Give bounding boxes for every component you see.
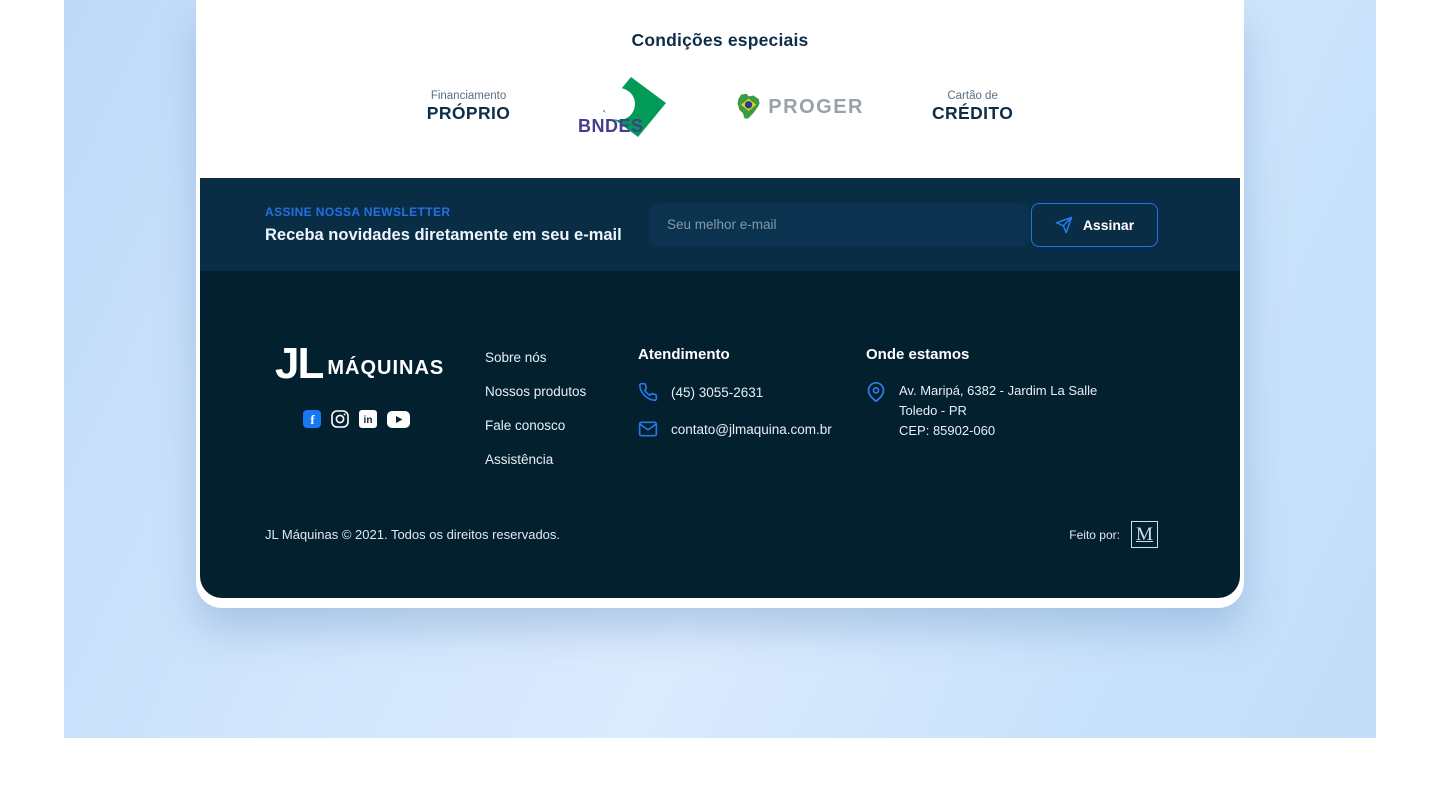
made-by: Feito por: M: [1069, 521, 1158, 548]
linkedin-icon: in: [359, 410, 377, 429]
address-line-2: Toledo - PR: [899, 403, 967, 419]
financing-own-label-bottom: PRÓPRIO: [426, 103, 511, 124]
instagram-link[interactable]: [331, 410, 349, 428]
link-fale-conosco[interactable]: Fale conosco: [485, 418, 565, 433]
link-assistencia[interactable]: Assistência: [485, 452, 553, 467]
address-line-1: Av. Maripá, 6382 - Jardim La Salle: [899, 383, 1098, 398]
credit-card-label-bottom: CRÉDITO: [931, 103, 1014, 124]
support-column: Atendimento (45) 3055-2631 contato@jlmaq…: [638, 346, 866, 485]
support-title: Atendimento: [638, 346, 730, 363]
brand-wordmark: MÁQUINAS: [327, 357, 445, 380]
address-lines: Av. Maripá, 6382 - Jardim La Salle Toled…: [899, 382, 1097, 443]
jl-maquinas-logo: JL MÁQUINAS: [275, 339, 485, 388]
link-nossos-produtos[interactable]: Nossos produtos: [485, 384, 586, 399]
newsletter-title: Receba novidades diretamente em seu e-ma…: [265, 225, 622, 244]
address-line-3: CEP: 85902-060: [899, 423, 996, 439]
email-row[interactable]: contato@jlmaquina.com.br: [638, 419, 866, 439]
footer-columns: JL MÁQUINAS f in Sobre nós Nossos produt…: [265, 339, 1240, 485]
facebook-link[interactable]: f: [303, 410, 321, 429]
newsletter-eyebrow: ASSINE NOSSA NEWSLETTER: [265, 204, 451, 219]
svg-text:f: f: [310, 412, 315, 427]
special-conditions-section: Condições especiais Financiamento PRÓPRI…: [200, 0, 1240, 178]
jl-monogram: JL: [275, 339, 324, 388]
proger-logo: PROGER: [734, 92, 864, 122]
copyright-text: JL Máquinas © 2021. Todos os direitos re…: [265, 527, 561, 542]
financing-own-item: Financiamento PRÓPRIO: [427, 89, 511, 125]
financing-own-label-top: Financiamento: [430, 89, 507, 102]
location-title: Onde estamos: [866, 346, 970, 363]
subscribe-button[interactable]: Assinar: [1031, 202, 1158, 247]
page-card: Condições especiais Financiamento PRÓPRI…: [196, 0, 1244, 608]
bndes-logo-graphic: BNDES: [578, 77, 667, 137]
youtube-icon: [387, 410, 410, 428]
payment-logos-row: Financiamento PRÓPRIO BNDES PROGER Cartã…: [200, 77, 1240, 137]
send-icon: [1055, 216, 1073, 233]
linkedin-link[interactable]: in: [359, 410, 377, 429]
made-by-logo[interactable]: M: [1131, 521, 1158, 548]
phone-number: (45) 3055-2631: [671, 384, 764, 400]
instagram-icon: [331, 410, 349, 428]
social-links: f in: [303, 410, 485, 429]
newsletter-form: Assinar: [649, 202, 1158, 247]
credit-card-item: Cartão de CRÉDITO: [932, 89, 1013, 125]
conditions-title: Condições especiais: [631, 30, 809, 50]
newsletter-text: ASSINE NOSSA NEWSLETTER Receba novidades…: [265, 205, 622, 245]
footer-link-item: Nossos produtos: [485, 383, 638, 401]
credit-card-label-top: Cartão de: [947, 89, 998, 102]
youtube-link[interactable]: [387, 410, 410, 428]
mail-icon: [638, 421, 658, 437]
phone-icon: [638, 382, 658, 402]
bndes-logo: BNDES: [578, 77, 667, 137]
svg-text:in: in: [364, 415, 373, 426]
link-sobre-nos[interactable]: Sobre nós: [485, 350, 547, 365]
footer-bottom-bar: JL Máquinas © 2021. Todos os direitos re…: [265, 521, 1158, 548]
newsletter-section: ASSINE NOSSA NEWSLETTER Receba novidades…: [200, 178, 1240, 271]
footer-link-item: Sobre nós: [485, 349, 638, 367]
phone-row[interactable]: (45) 3055-2631: [638, 382, 866, 402]
proger-wordmark: PROGER: [768, 95, 864, 118]
bndes-wordmark: BNDES: [578, 116, 644, 136]
address-row: Av. Maripá, 6382 - Jardim La Salle Toled…: [866, 382, 1240, 443]
made-by-monogram: M: [1136, 523, 1153, 545]
subscribe-button-label: Assinar: [1082, 216, 1135, 233]
footer-brand-column: JL MÁQUINAS f in: [275, 339, 485, 485]
footer-section: JL MÁQUINAS f in Sobre nós Nossos produt…: [200, 271, 1240, 598]
facebook-icon: f: [303, 410, 321, 429]
page-backdrop: Condições especiais Financiamento PRÓPRI…: [64, 0, 1376, 738]
page: Condições especiais Financiamento PRÓPRI…: [0, 0, 1440, 801]
footer-links-column: Sobre nós Nossos produtos Fale conosco A…: [485, 346, 638, 485]
brazil-map-icon: [737, 93, 760, 119]
made-by-label: Feito por:: [1069, 527, 1120, 542]
location-column: Onde estamos Av. Maripá, 6382 - Jardim L…: [866, 346, 1240, 485]
footer-link-item: Fale conosco: [485, 417, 638, 435]
map-pin-icon: [867, 382, 885, 402]
newsletter-email-input[interactable]: [649, 202, 1029, 247]
footer-link-item: Assistência: [485, 451, 638, 469]
email-address: contato@jlmaquina.com.br: [671, 421, 832, 437]
